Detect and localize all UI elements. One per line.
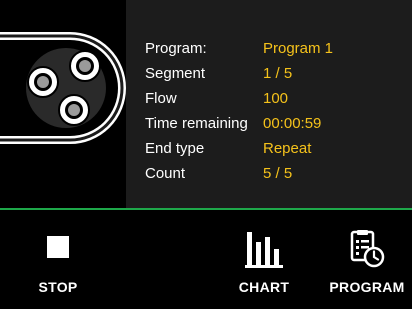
info-label: End type bbox=[145, 140, 205, 157]
info-label: Program: bbox=[145, 40, 207, 57]
action-bar: STOP CHART PROGRAM bbox=[0, 210, 412, 309]
status-panel: Program: Program 1 Segment 1 / 5 Flow 10… bbox=[0, 0, 412, 208]
info-value: Repeat bbox=[263, 140, 312, 157]
program-button-label: PROGRAM bbox=[329, 279, 405, 295]
info-label: Segment bbox=[145, 65, 206, 82]
program-clock-icon bbox=[350, 230, 385, 268]
stop-button-label: STOP bbox=[38, 279, 78, 295]
chart-button[interactable]: CHART bbox=[226, 210, 302, 309]
info-label: Flow bbox=[145, 90, 177, 107]
program-button[interactable]: PROGRAM bbox=[322, 210, 412, 309]
chart-button-label: CHART bbox=[238, 279, 290, 295]
info-value: Program 1 bbox=[263, 40, 334, 57]
info-value: 00:00:59 bbox=[263, 115, 322, 132]
info-value: 1 / 5 bbox=[263, 65, 293, 82]
stop-icon bbox=[47, 236, 69, 258]
info-label: Count bbox=[145, 165, 186, 182]
bar-chart-icon bbox=[245, 232, 283, 268]
info-value: 100 bbox=[263, 90, 289, 107]
program-info-panel: Program: Program 1 Segment 1 / 5 Flow 10… bbox=[126, 0, 412, 208]
peristaltic-pump-icon bbox=[0, 32, 126, 144]
pump-graphic bbox=[0, 0, 126, 208]
info-label: Time remaining bbox=[145, 115, 248, 132]
stop-button[interactable]: STOP bbox=[22, 210, 94, 309]
info-value: 5 / 5 bbox=[263, 165, 293, 182]
